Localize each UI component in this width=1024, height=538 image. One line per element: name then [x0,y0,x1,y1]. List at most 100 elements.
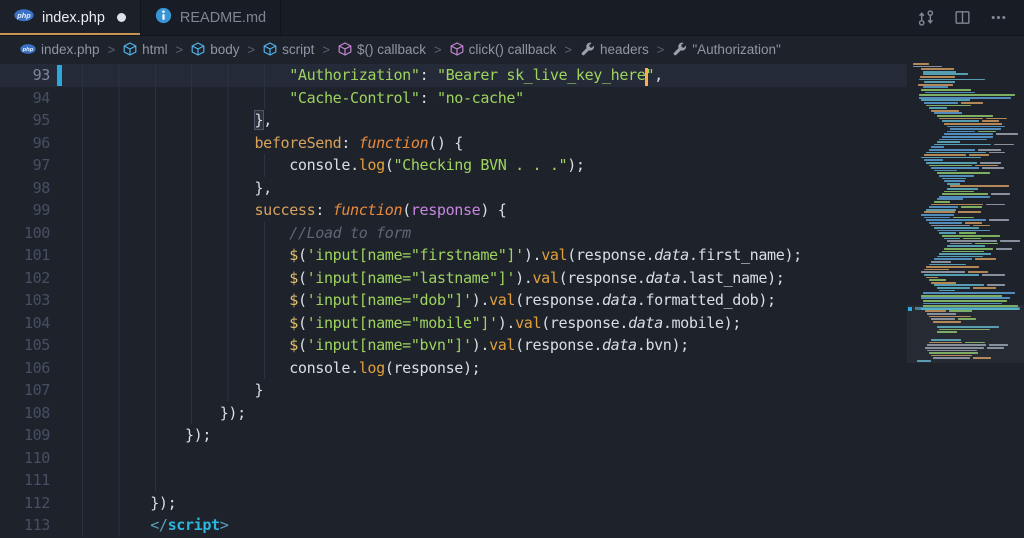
breadcrumb-item-index-php[interactable]: php index.php [20,42,100,57]
minimap-line [947,245,985,248]
minimap-line [988,219,1009,221]
minimap-line [973,287,996,289]
code-line[interactable]: 108 }); [0,401,907,424]
minimap-line [923,211,955,214]
modified-dot[interactable] [116,13,126,22]
line-number: 110 [23,448,50,467]
minimap-line [944,190,975,193]
minimap-line [975,242,999,245]
breadcrumb-item-script[interactable]: script [263,42,314,57]
token: </ [150,516,168,534]
minimap-line [921,89,972,91]
line-number: 101 [23,246,50,264]
code-line[interactable]: 97 console.log("Checking BVN . . ."); [0,154,907,177]
breadcrumb-item-headers[interactable]: headers [580,42,649,57]
code-line[interactable]: 107 } [0,379,907,402]
code-line[interactable]: 105 $('input[name="bvn"]').val(response.… [0,334,907,357]
token: //Load to form [289,223,411,242]
code-line[interactable]: 98 }, [0,176,907,199]
code-line[interactable]: 103 $('input[name="dob"]').val(response.… [0,289,907,312]
code-line[interactable]: 111 [0,469,907,492]
breadcrumb-item-html[interactable]: html [123,42,168,57]
line-number: 100 [23,223,50,242]
minimap-line [931,167,979,169]
token: script [167,516,221,534]
token: . [645,246,655,264]
minimap-viewport[interactable] [907,304,1024,363]
minimap-line [941,234,1001,237]
code-text: console.log(response); [46,357,481,380]
code-line[interactable]: 96 beforeSend: function() { [0,131,907,154]
code-line[interactable]: 109 }); [0,424,907,447]
code-line[interactable]: 106 console.log(response); [0,356,907,380]
minimap-line [995,133,1019,136]
minimap-line [957,211,981,214]
code-line[interactable]: 93 "Authorization": "Bearer sk_live_key_… [0,64,907,87]
code-line[interactable]: 100 //Load to form [0,221,907,244]
code-text: success: function(response) { [46,199,507,222]
token: val [541,246,568,264]
token: ); [784,246,802,264]
token: . [593,336,602,354]
line-number: 95 [32,111,51,129]
php-icon: php [20,44,36,54]
code-line[interactable]: 110 [0,446,907,469]
minimap-line [988,151,1006,154]
token: response [393,358,464,377]
breadcrumb: php index.php > html > body > script > $() ca… [0,36,1024,62]
breadcrumb-item-callback[interactable]: $() callback [338,42,426,57]
token: "Authorization" [289,66,420,84]
code-line[interactable]: 112 }); [0,491,907,514]
code-line[interactable]: 94 "Cache-Control": "no-cache" [0,86,907,110]
more-actions-button[interactable] [988,8,1008,28]
minimap-line [944,247,993,250]
breadcrumb-item-body[interactable]: body [191,41,240,57]
code-line[interactable]: 104 $('input[name="mobile"]').val(respon… [0,311,907,334]
token: ). [523,246,542,264]
minimap-line [941,135,994,138]
minimap-line [923,274,980,276]
tab-README-md[interactable]: README.md [141,0,282,35]
token: response [567,268,637,287]
minimap-line [919,76,956,78]
breadcrumb-item-click-callback[interactable]: click() callback [450,42,556,57]
code-line[interactable]: 99 success: function(response) { [0,199,907,222]
code-line[interactable]: 113 </script> [0,514,907,537]
minimap-line [947,130,975,133]
token: : [419,66,437,84]
code-editor[interactable]: 93 "Authorization": "Bearer sk_live_key_… [0,62,907,538]
tab-index-php[interactable]: php index.php [0,0,141,35]
split-editor-button[interactable] [952,8,972,28]
line-number: 108 [23,403,50,422]
minimap-line [921,294,1002,297]
minimap-line [944,133,993,136]
token: ); [567,156,585,174]
cube-purple-icon [450,42,464,56]
open-changes-button[interactable] [916,8,936,28]
minimap-line [944,237,960,240]
token: ( [515,291,524,309]
code-text: "Cache-Control": "no-cache" [46,87,524,110]
minimap-line [939,138,987,141]
token: ); [758,291,776,309]
minimap-line [939,195,990,198]
minimap-line [968,154,989,156]
code-line[interactable]: 102 $('input[name="lastname"]').val(resp… [0,266,907,289]
minimap-line [928,107,948,109]
tab-label: README.md [179,9,267,26]
code-line[interactable]: 101 $('input[name="firstname"]').val(res… [0,244,907,267]
minimap[interactable] [907,62,1024,538]
code-text: console.log("Checking BVN . . ."); [46,154,585,177]
minimap-line [922,300,1007,302]
code-line[interactable]: 95 }, [0,109,907,132]
token: val [515,313,542,332]
minimap-line [936,198,963,201]
minimap-line [964,221,983,224]
breadcrumb-separator: > [564,41,572,57]
minimap-line [928,148,976,151]
breadcrumb-item-authorization[interactable]: "Authorization" [672,42,781,57]
token: ). [515,268,533,287]
breadcrumb-label: body [210,41,240,57]
token: ( [558,268,568,287]
minimap-line [941,250,984,253]
